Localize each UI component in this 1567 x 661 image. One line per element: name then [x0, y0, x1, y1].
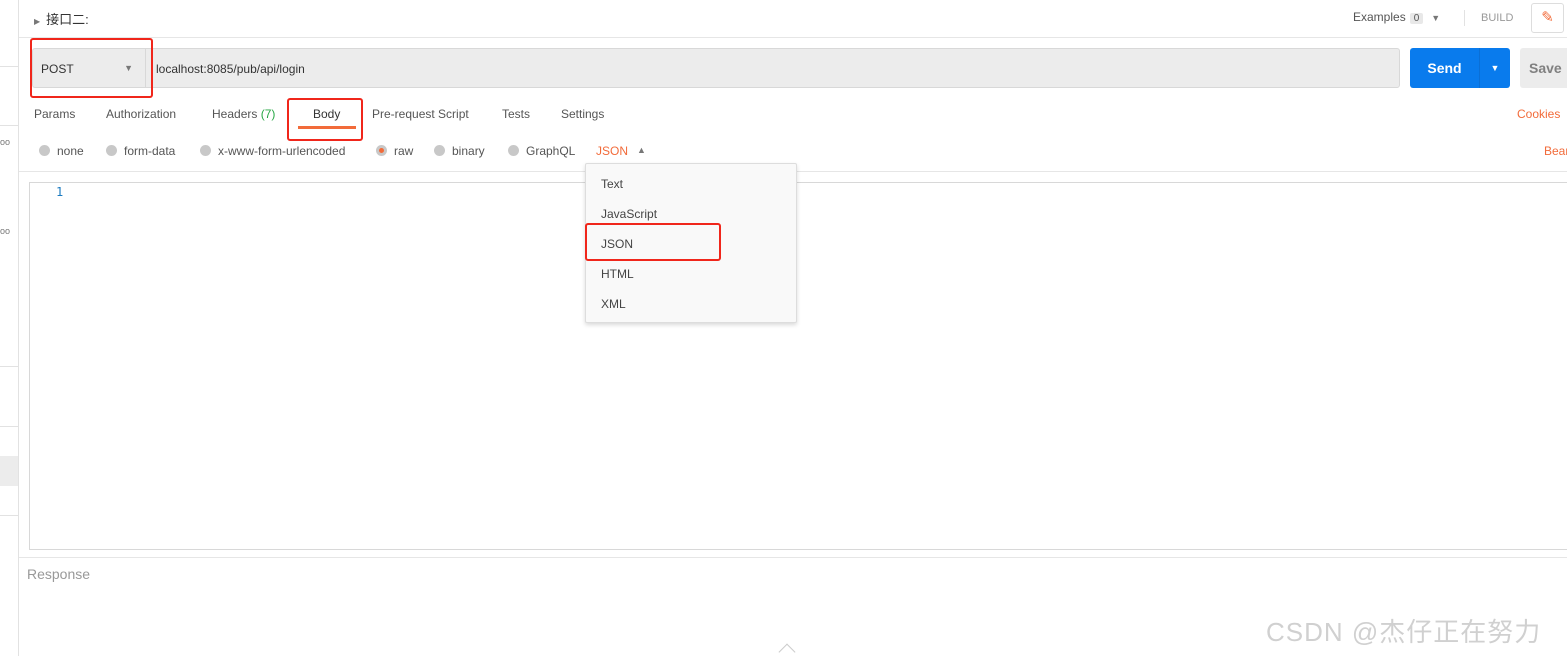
radio-label: x-www-form-urlencoded: [218, 144, 346, 158]
radio-icon: [106, 145, 117, 156]
response-label: Response: [27, 566, 91, 582]
url-input[interactable]: localhost:8085/pub/api/login: [145, 48, 1400, 88]
highlight-box: [287, 98, 363, 141]
pencil-icon[interactable]: ✎: [1531, 3, 1564, 33]
menu-item-javascript[interactable]: JavaScript: [601, 207, 657, 221]
divider: [1464, 10, 1465, 26]
chevron-up-icon[interactable]: ▲: [637, 145, 646, 155]
highlight-box: [30, 38, 153, 98]
sidebar-item-selected[interactable]: [0, 456, 18, 486]
examples-label: Examples: [1353, 10, 1406, 24]
radio-none[interactable]: none: [39, 144, 84, 158]
send-button[interactable]: Send ▼: [1410, 48, 1510, 88]
radio-selected-icon: [376, 145, 387, 156]
tab-authorization[interactable]: Authorization: [106, 107, 176, 121]
tab-pre-request-script[interactable]: Pre-request Script: [372, 107, 469, 121]
headers-count: (7): [260, 107, 276, 121]
tab-params[interactable]: Params: [34, 107, 75, 121]
radio-label: form-data: [124, 144, 176, 158]
examples-dropdown[interactable]: Examples 0 ▼: [1353, 10, 1440, 24]
build-button[interactable]: BUILD: [1481, 12, 1513, 24]
chevron-up-icon[interactable]: [778, 643, 796, 661]
radio-icon: [434, 145, 445, 156]
radio-icon: [508, 145, 519, 156]
radio-graphql[interactable]: GraphQL: [508, 144, 575, 158]
highlight-box: [585, 223, 721, 261]
radio-label: none: [57, 144, 84, 158]
tab-headers[interactable]: Headers (7): [212, 107, 275, 121]
sidebar-truncated-text: oo: [0, 137, 11, 147]
request-name: 接口二:: [46, 12, 89, 27]
menu-item-html[interactable]: HTML: [601, 267, 634, 281]
radio-label: binary: [452, 144, 485, 158]
divider: [0, 66, 19, 67]
request-title[interactable]: ▶ 接口二:: [34, 9, 89, 28]
chevron-down-icon[interactable]: ▼: [1479, 48, 1510, 88]
examples-count: 0: [1409, 13, 1424, 24]
menu-item-xml[interactable]: XML: [601, 297, 626, 311]
cookies-link[interactable]: Cookies: [1517, 107, 1560, 121]
caret-right-icon[interactable]: ▶: [34, 17, 40, 26]
radio-label: GraphQL: [526, 144, 576, 158]
tab-settings[interactable]: Settings: [561, 107, 604, 121]
radio-form-data[interactable]: form-data: [106, 144, 175, 158]
radio-icon: [39, 145, 50, 156]
radio-binary[interactable]: binary: [434, 144, 485, 158]
radio-raw[interactable]: raw: [376, 144, 413, 158]
raw-format-dropdown[interactable]: JSON: [596, 144, 628, 158]
sidebar-truncated-text: oo: [0, 226, 11, 236]
chevron-down-icon: ▼: [1431, 13, 1441, 23]
tab-label: Headers: [212, 107, 258, 121]
radio-icon: [200, 145, 211, 156]
beautify-link[interactable]: Bear: [1544, 144, 1567, 158]
watermark: CSDN @杰仔正在努力: [1266, 617, 1542, 647]
body-editor[interactable]: [29, 182, 1567, 550]
radio-label: raw: [394, 144, 414, 158]
divider: [0, 515, 19, 516]
tab-tests[interactable]: Tests: [502, 107, 530, 121]
divider: [0, 125, 19, 126]
radio-x-www-form-urlencoded[interactable]: x-www-form-urlencoded: [200, 144, 345, 158]
sidebar: [0, 0, 19, 656]
request-header-bar: [19, 0, 1567, 38]
menu-item-text[interactable]: Text: [601, 177, 623, 191]
save-button[interactable]: Save: [1520, 48, 1567, 88]
divider: [0, 426, 19, 427]
line-number: 1: [56, 185, 64, 199]
divider: [19, 557, 1567, 558]
send-label: Send: [1427, 60, 1462, 76]
divider: [0, 366, 19, 367]
